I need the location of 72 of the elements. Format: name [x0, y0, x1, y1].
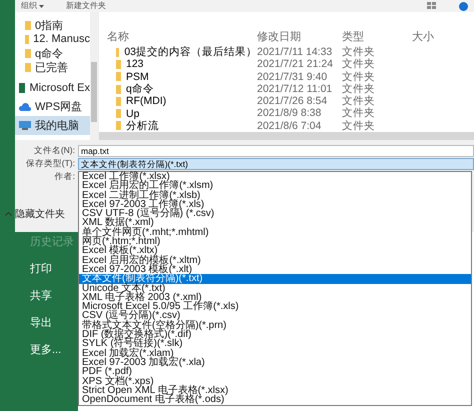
computer-icon: [19, 121, 31, 130]
backstage-menu-item[interactable]: 共享: [0, 287, 78, 314]
dropdown-option[interactable]: 单个文件网页(*.mht;*.mhtml): [79, 228, 471, 238]
table-cell-text: 2021/7/21 21:24: [257, 58, 334, 71]
dropdown-option[interactable]: Excel 启用宏的工作簿(*.xlsm): [79, 181, 471, 191]
dropdown-option[interactable]: Excel 97-2003 加载宏(*.xla): [79, 358, 471, 368]
field-label: 作者:: [54, 171, 76, 183]
dropdown-option[interactable]: 网页(*.htm;*.html): [79, 237, 471, 246]
nav-item[interactable]: 12. Manusc: [15, 32, 90, 46]
dropdown-option[interactable]: XML 电子表格 2003 (*.xml): [79, 292, 471, 302]
file-name[interactable]: Up: [99, 107, 257, 120]
table-cell-text: 文件夹: [342, 82, 376, 95]
dropdown-option[interactable]: Unicode 文本(*.txt): [79, 284, 471, 293]
nav-item[interactable]: q命令: [15, 46, 90, 60]
file-name[interactable]: 03提交的内容（最后结果）: [99, 46, 257, 58]
column-header[interactable]: 类型: [342, 28, 412, 44]
nav-item[interactable]: 已完善: [15, 60, 90, 74]
dropdown-option[interactable]: Excel 加载宏(*.xlam): [79, 348, 471, 358]
toolbar-button[interactable]: 新建文件夹: [66, 1, 106, 11]
file-name[interactable]: PSM: [99, 70, 257, 83]
file-name[interactable]: RF(MDI): [99, 95, 257, 108]
dropdown-option[interactable]: CSV UTF-8 (逗号分隔) (*.csv): [79, 209, 471, 218]
dropdown-option[interactable]: Excel 二进制工作簿(*.xlsb): [79, 190, 471, 200]
nav-item[interactable]: Microsoft Ex: [15, 78, 90, 97]
backstage-menu-item[interactable]: 更多...: [0, 341, 78, 368]
hide-folders-button[interactable]: 隐藏文件夹: [5, 207, 65, 221]
file-name[interactable]: 123: [99, 58, 257, 71]
table-cell-text: 2021/7/26 8:54: [257, 95, 328, 108]
dropdown-option[interactable]: Excel 启用宏的模板(*.xltm): [79, 256, 471, 265]
cloud-icon: [19, 102, 31, 110]
nav-item[interactable]: 我的电脑: [15, 116, 90, 135]
table-cell-text: 文件夹: [342, 95, 376, 108]
table-cell-text: 2021/8/9 8:38: [257, 107, 322, 120]
table-cell-text: 2021/7/12 11:01: [257, 82, 334, 96]
file-name[interactable]: 分析流: [99, 120, 257, 132]
dropdown-option[interactable]: PDF (*.pdf): [79, 367, 471, 377]
dropdown-option[interactable]: Excel 模板(*.xltx): [79, 246, 471, 256]
table-cell-text: 文件夹: [342, 107, 376, 120]
file-name-field[interactable]: map.txt: [78, 145, 474, 157]
dropdown-option[interactable]: SYLK (符号链接)(*.slk): [79, 339, 471, 349]
dropdown-option[interactable]: XPS 文档(*.xps): [79, 376, 471, 386]
spreadsheet-icon: [19, 82, 26, 92]
dropdown-option[interactable]: XML 数据(*.xml): [79, 218, 471, 228]
column-header[interactable]: 名称: [99, 28, 257, 44]
scrollbar[interactable]: [99, 132, 474, 140]
table-cell-text: 2021/7/11 14:33: [257, 46, 334, 58]
column-header[interactable]: 修改日期: [257, 28, 342, 44]
table-cell-text: 文件夹: [342, 58, 376, 71]
table-cell-text: 2021/7/31 9:40: [257, 70, 328, 83]
backstage-menu-item[interactable]: 打印: [0, 260, 78, 287]
toolbar-button[interactable]: 组织: [21, 1, 44, 11]
help-icon[interactable]: [459, 2, 468, 10]
backstage-menu-item[interactable]: 导出: [0, 314, 78, 341]
dropdown-option[interactable]: OpenDocument 电子表格(*.ods): [79, 395, 471, 404]
chevron-up-icon: [5, 212, 12, 216]
dropdown-option[interactable]: Strict Open XML 电子表格(*.xlsx): [79, 386, 471, 396]
dropdown-option[interactable]: 带格式文本文件(空格分隔)(*.prn): [79, 320, 471, 330]
table-cell-text: 文件夹: [342, 46, 376, 58]
column-header[interactable]: 大小: [412, 28, 452, 44]
dropdown-option[interactable]: DIF (数据交换格式)(*.dif): [79, 330, 471, 340]
file-name[interactable]: q命令: [99, 82, 257, 96]
dropdown-option[interactable]: Excel 97-2003 模板(*.xlt): [79, 264, 471, 274]
field-label: 保存类型(T):: [24, 158, 76, 170]
nav-item[interactable]: 0指南: [15, 18, 90, 32]
dropdown-option[interactable]: CSV (逗号分隔)(*.csv): [79, 311, 471, 321]
table-cell-text: 2021/8/6 7:04: [257, 120, 322, 132]
nav-item[interactable]: WPS网盘: [15, 97, 90, 116]
field-label: 文件名(N):: [32, 145, 76, 157]
table-cell-text: 文件夹: [342, 70, 376, 83]
save-type-dropdown[interactable]: 文本文件(制表符分隔)(*.txt): [78, 158, 474, 170]
view-icon[interactable]: [427, 2, 437, 10]
table-cell-text: 文件夹: [342, 120, 376, 132]
